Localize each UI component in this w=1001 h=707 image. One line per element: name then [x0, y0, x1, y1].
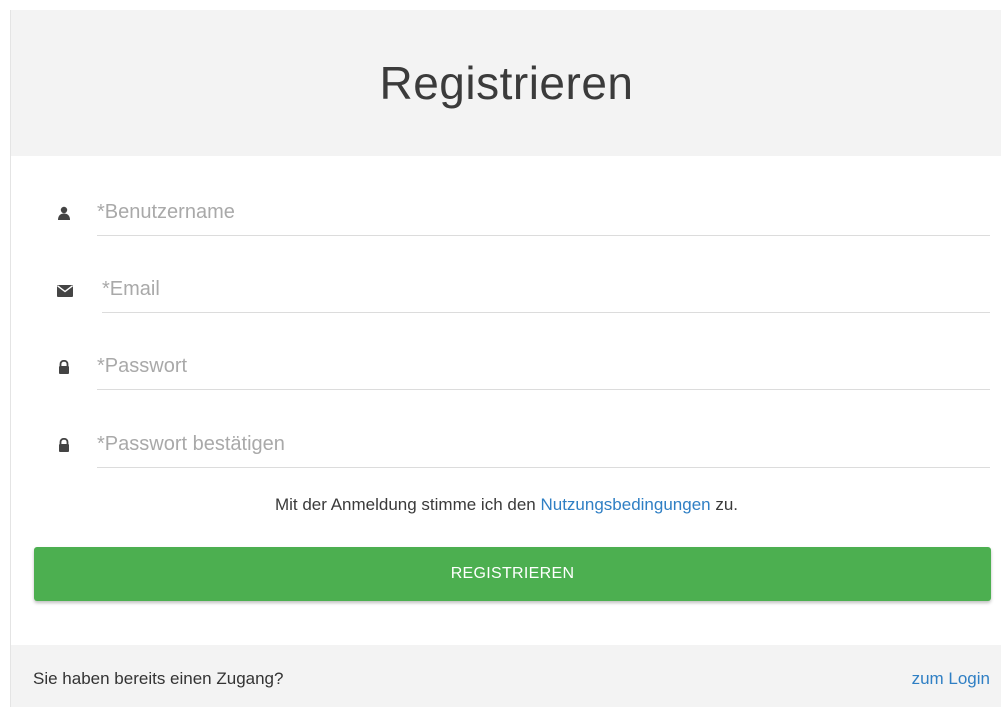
login-link[interactable]: zum Login: [912, 669, 990, 689]
terms-prefix-text: Mit der Anmeldung stimme ich den: [274, 495, 541, 514]
lock-icon: [57, 438, 71, 452]
username-input[interactable]: [97, 190, 990, 236]
terms-notice: Mit der Anmeldung stimme ich den Nutzung…: [11, 495, 1001, 515]
lock-icon: [57, 360, 71, 374]
password-input[interactable]: [97, 344, 990, 390]
user-icon: [57, 206, 71, 220]
password-confirm-field-row: [11, 410, 1001, 470]
username-field-row: [11, 178, 1001, 238]
email-input[interactable]: [102, 267, 990, 313]
envelope-icon: [57, 285, 73, 297]
card-footer: Sie haben bereits einen Zugang? zum Logi…: [11, 645, 1001, 707]
page-title: Registrieren: [379, 57, 634, 109]
existing-account-text: Sie haben bereits einen Zugang?: [33, 669, 284, 688]
terms-link[interactable]: Nutzungsbedingungen: [540, 495, 710, 514]
registration-card: Registrieren *Benutzername *Email Mit de…: [10, 10, 1001, 707]
terms-suffix-text: zu.: [710, 495, 739, 514]
card-header: Registrieren: [11, 10, 1001, 156]
password-confirm-input[interactable]: [97, 422, 990, 468]
register-button[interactable]: REGISTRIEREN: [34, 547, 991, 601]
email-field-row: [11, 255, 1001, 315]
password-field-row: [11, 332, 1001, 392]
